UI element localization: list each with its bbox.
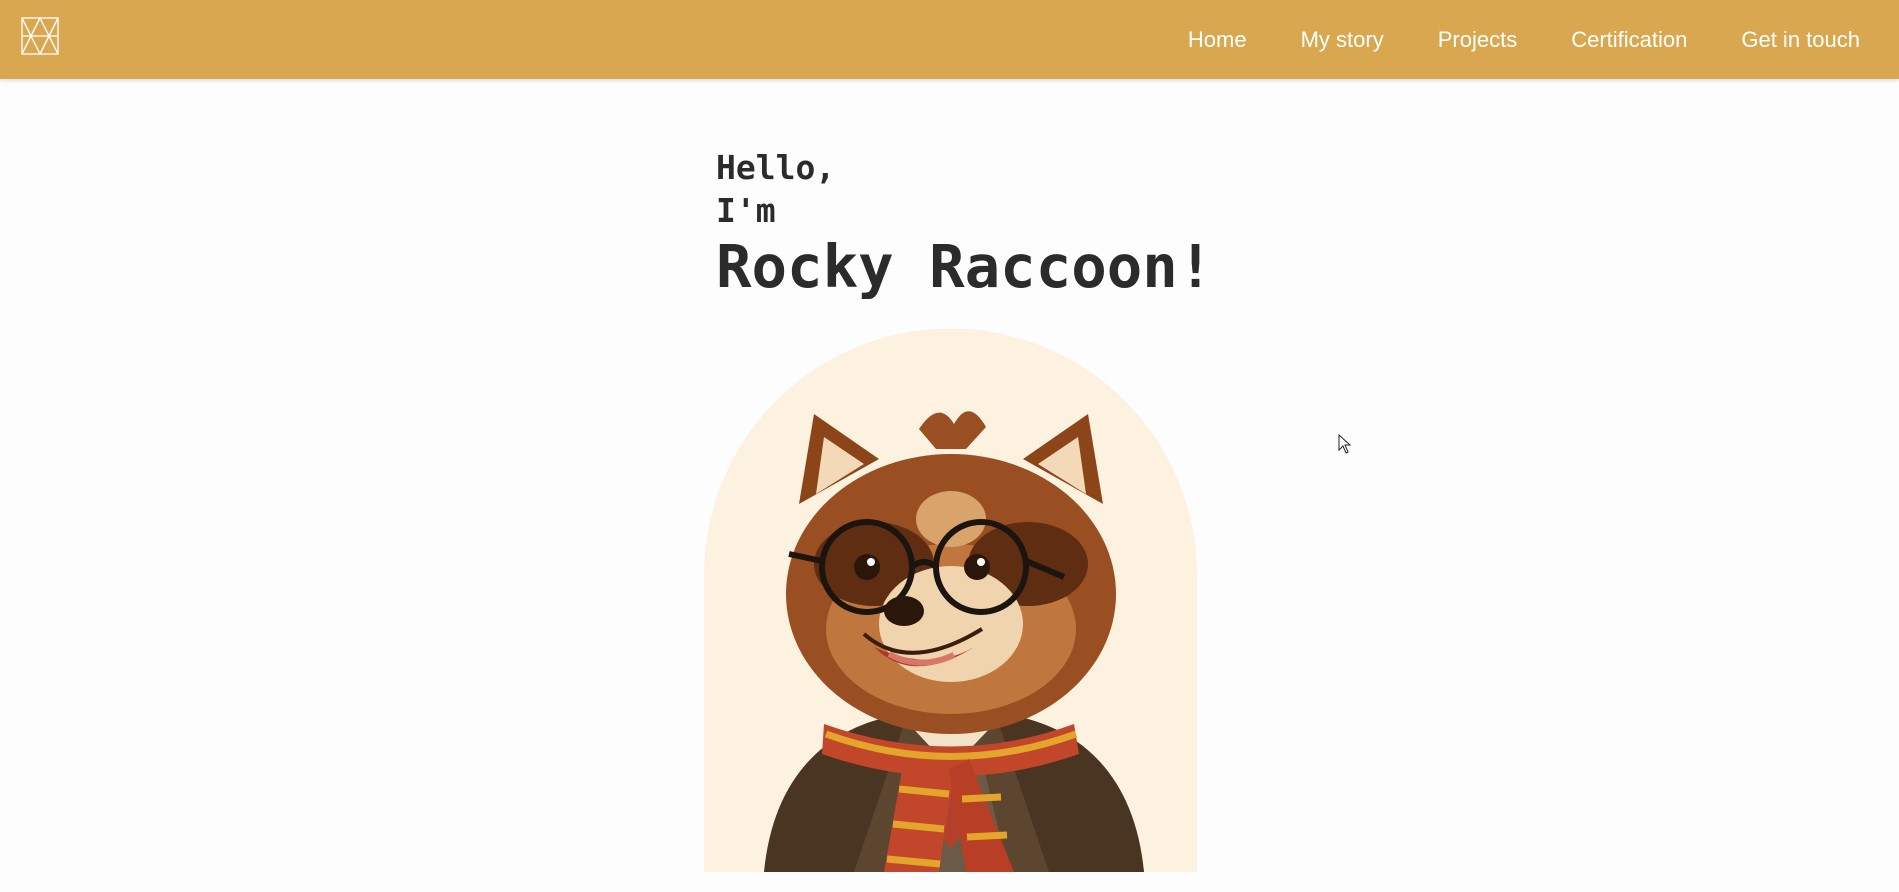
hero-greeting-line: Hello,	[716, 148, 836, 187]
hero-im-line: I'm	[716, 191, 776, 230]
raccoon-portrait-illustration	[704, 329, 1197, 872]
nav-certification-link[interactable]: Certification	[1571, 27, 1687, 53]
nav-projects-link[interactable]: Projects	[1438, 27, 1517, 53]
hero-name-heading: Rocky Raccoon!	[716, 232, 1214, 301]
main-nav: Home My story Projects Certification Get…	[1134, 0, 1860, 79]
hero-intro: Hello, I'm Rocky Raccoon!	[716, 146, 1213, 304]
nav-home-link[interactable]: Home	[1188, 27, 1247, 53]
mouse-cursor-icon	[1338, 434, 1352, 454]
top-navbar: Home My story Projects Certification Get…	[0, 0, 1899, 79]
geometric-logo-icon[interactable]	[21, 17, 59, 55]
nav-get-in-touch-link[interactable]: Get in touch	[1741, 27, 1860, 53]
nav-my-story-link[interactable]: My story	[1301, 27, 1384, 53]
